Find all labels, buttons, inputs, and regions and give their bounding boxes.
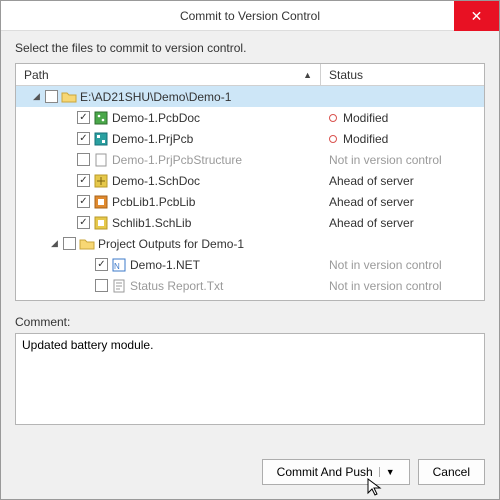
column-path-label: Path — [24, 68, 49, 82]
checkbox[interactable] — [95, 279, 108, 292]
tree-root-row[interactable]: ◢ E:\AD21SHU\Demo\Demo-1 — [16, 86, 484, 107]
close-icon: ✕ — [471, 8, 483, 25]
table-row[interactable]: Schlib1.SchLib Ahead of server — [16, 212, 484, 233]
chevron-down-icon[interactable]: ◢ — [31, 91, 42, 102]
dialog-window: Commit to Version Control ✕ Select the f… — [0, 0, 500, 500]
checkbox[interactable] — [45, 90, 58, 103]
checkbox[interactable] — [77, 153, 90, 166]
modified-indicator-icon — [329, 135, 337, 143]
file-name: Demo-1.PrjPcbStructure — [112, 153, 242, 167]
status-text: Not in version control — [329, 258, 442, 272]
table-row[interactable]: Demo-1.PrjPcbStructure Not in version con… — [16, 149, 484, 170]
status-text: Modified — [343, 111, 388, 125]
text-icon — [111, 278, 127, 294]
column-header-status[interactable]: Status — [321, 64, 484, 85]
checkbox[interactable] — [95, 258, 108, 271]
rows-container: ◢ E:\AD21SHU\Demo\Demo-1 Demo-1.PcbDoc Mo… — [16, 86, 484, 300]
table-row[interactable]: Demo-1.SchDoc Ahead of server — [16, 170, 484, 191]
column-header-path[interactable]: Path ▲ — [16, 64, 321, 85]
file-name: Status Report.Txt — [130, 279, 223, 293]
generic-icon — [93, 152, 109, 168]
root-label: E:\AD21SHU\Demo\Demo-1 — [80, 90, 231, 104]
folder-icon — [61, 89, 77, 105]
pcbdoc-icon — [93, 110, 109, 126]
comment-input[interactable]: Updated battery module. — [15, 333, 485, 425]
instruction-text: Select the files to commit to version co… — [1, 31, 499, 63]
table-row[interactable]: N Demo-1.NET Not in version control — [16, 254, 484, 275]
status-text: Modified — [343, 132, 388, 146]
checkbox[interactable] — [77, 174, 90, 187]
schdoc-icon — [93, 173, 109, 189]
status-text: Ahead of server — [329, 216, 414, 230]
checkbox[interactable] — [77, 132, 90, 145]
folder-icon — [79, 236, 95, 252]
dropdown-icon[interactable]: ▼ — [379, 467, 395, 477]
dialog-footer: Commit And Push ▼ Cancel — [1, 447, 499, 499]
table-row[interactable]: Demo-1.PrjPcb Modified — [16, 128, 484, 149]
comment-label: Comment: — [1, 301, 499, 333]
modified-indicator-icon — [329, 114, 337, 122]
checkbox[interactable] — [77, 195, 90, 208]
file-name: Demo-1.NET — [130, 258, 200, 272]
subfolder-label: Project Outputs for Demo-1 — [98, 237, 244, 251]
column-headers: Path ▲ Status — [16, 64, 484, 86]
status-text: Ahead of server — [329, 195, 414, 209]
chevron-down-icon[interactable]: ◢ — [49, 238, 60, 249]
tree-subfolder-row[interactable]: ◢ Project Outputs for Demo-1 — [16, 233, 484, 254]
file-name: Demo-1.PcbDoc — [112, 111, 200, 125]
commit-and-push-button[interactable]: Commit And Push ▼ — [262, 459, 410, 485]
status-text: Not in version control — [329, 153, 442, 167]
status-text: Not in version control — [329, 279, 442, 293]
cancel-label: Cancel — [433, 465, 470, 479]
table-row[interactable]: PcbLib1.PcbLib Ahead of server — [16, 191, 484, 212]
pcblib-icon — [93, 194, 109, 210]
net-icon: N — [111, 257, 127, 273]
prjpcb-icon — [93, 131, 109, 147]
schlib-icon — [93, 215, 109, 231]
checkbox[interactable] — [63, 237, 76, 250]
commit-and-push-label: Commit And Push — [277, 465, 373, 479]
sort-indicator-icon: ▲ — [303, 70, 312, 80]
file-list: Path ▲ Status ◢ E:\AD21SHU\Demo\Demo-1 — [15, 63, 485, 301]
file-name: Demo-1.SchDoc — [112, 174, 200, 188]
column-status-label: Status — [329, 68, 363, 82]
table-row[interactable]: Demo-1.PcbDoc Modified — [16, 107, 484, 128]
close-button[interactable]: ✕ — [454, 1, 499, 31]
window-title: Commit to Version Control — [180, 9, 320, 23]
file-name: PcbLib1.PcbLib — [112, 195, 195, 209]
file-name: Schlib1.SchLib — [112, 216, 191, 230]
table-row[interactable]: Status Report.Txt Not in version control — [16, 275, 484, 296]
svg-text:N: N — [114, 262, 120, 271]
cancel-button[interactable]: Cancel — [418, 459, 485, 485]
status-text: Ahead of server — [329, 174, 414, 188]
checkbox[interactable] — [77, 111, 90, 124]
title-bar: Commit to Version Control ✕ — [1, 1, 499, 31]
checkbox[interactable] — [77, 216, 90, 229]
file-name: Demo-1.PrjPcb — [112, 132, 193, 146]
